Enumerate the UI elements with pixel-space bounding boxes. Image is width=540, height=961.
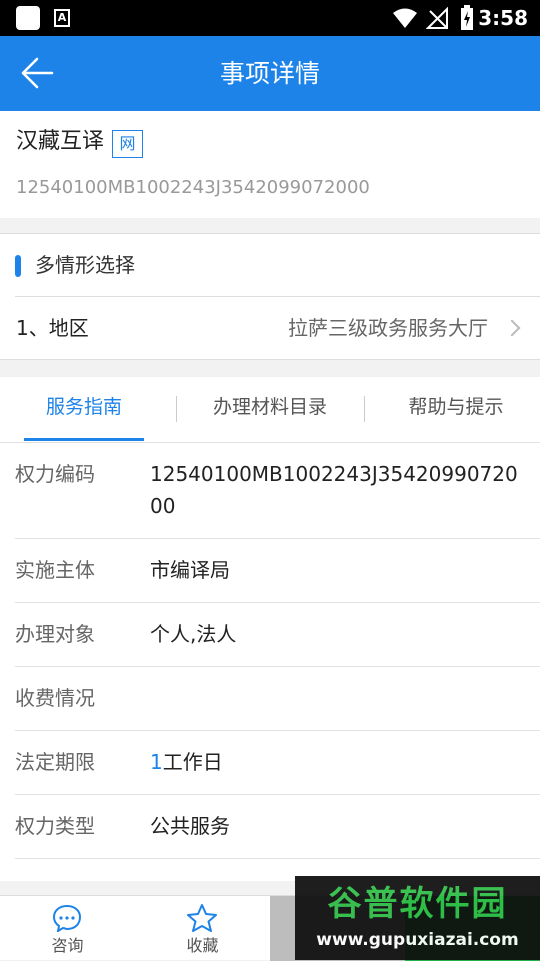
app-header: 事项详情 bbox=[0, 36, 540, 111]
tab-bar: 服务指南 办理材料目录 帮助与提示 bbox=[0, 377, 540, 443]
detail-row-deadline: 法定期限 1工作日 bbox=[15, 731, 540, 795]
consult-button[interactable]: 咨询 bbox=[0, 896, 135, 961]
region-label: 1、地区 bbox=[16, 316, 89, 340]
detail-row-power-type: 权力类型 公共服务 bbox=[15, 795, 540, 859]
notification-icon bbox=[16, 6, 40, 30]
chat-icon bbox=[52, 904, 82, 932]
detail-card: 服务指南 办理材料目录 帮助与提示 权力编码 12540100MB1002243… bbox=[0, 377, 540, 881]
consult-label: 咨询 bbox=[51, 936, 84, 955]
row-label: 权力编码 bbox=[15, 462, 95, 486]
chevron-right-icon bbox=[503, 319, 521, 337]
section-title: 多情形选择 bbox=[35, 253, 135, 277]
deadline-unit: 工作日 bbox=[162, 750, 223, 774]
detail-row-power-code: 权力编码 12540100MB1002243J3542099072000 bbox=[15, 443, 540, 539]
deadline-number: 1 bbox=[150, 750, 163, 774]
situation-card: 多情形选择 1、地区 拉萨三级政务服务大厅 bbox=[0, 233, 540, 360]
row-label: 收费情况 bbox=[15, 686, 95, 710]
online-tag: 网 bbox=[112, 130, 143, 158]
clock: 3:58 bbox=[478, 6, 528, 30]
no-signal-icon bbox=[426, 7, 448, 29]
watermark-title: 谷普软件园 bbox=[327, 884, 508, 924]
item-info-card: 汉藏互译 网 12540100MB1002243J3542099072000 bbox=[0, 111, 540, 218]
tab-divider bbox=[364, 396, 365, 422]
row-value: 公共服务 bbox=[150, 814, 230, 838]
divider bbox=[15, 296, 540, 297]
page-title: 事项详情 bbox=[219, 59, 320, 88]
row-value: 个人,法人 bbox=[150, 622, 237, 646]
active-tab-indicator bbox=[24, 438, 144, 441]
row-value: 1工作日 bbox=[150, 746, 530, 778]
tab-help[interactable]: 帮助与提示 bbox=[372, 377, 540, 441]
item-code: 12540100MB1002243J3542099072000 bbox=[16, 177, 370, 198]
row-value: 市编译局 bbox=[150, 558, 230, 582]
tab-materials[interactable]: 办理材料目录 bbox=[185, 377, 355, 441]
tab-service-guide[interactable]: 服务指南 bbox=[0, 377, 168, 441]
a-icon: A bbox=[54, 9, 70, 27]
tab-divider bbox=[176, 396, 177, 422]
region-selector[interactable]: 拉萨三级政务服务大厅 bbox=[288, 313, 488, 343]
row-value: 12540100MB1002243J3542099072000 bbox=[150, 462, 518, 518]
row-label: 法定期限 bbox=[15, 750, 95, 774]
row-label: 权力类型 bbox=[15, 814, 95, 838]
item-name: 汉藏互译 bbox=[16, 129, 105, 154]
star-icon bbox=[187, 904, 217, 932]
detail-row-subject: 实施主体 市编译局 bbox=[15, 539, 540, 603]
watermark-url: www.gupuxiazai.com bbox=[316, 930, 519, 950]
wifi-icon bbox=[393, 8, 417, 28]
row-label: 实施主体 bbox=[15, 558, 95, 582]
favorite-button[interactable]: 收藏 bbox=[135, 896, 270, 961]
battery-charging-icon bbox=[461, 5, 473, 30]
detail-row-target: 办理对象 个人,法人 bbox=[15, 603, 540, 667]
detail-row-fee: 收费情况 bbox=[15, 667, 540, 731]
section-accent-bar bbox=[15, 255, 21, 277]
back-arrow-icon[interactable] bbox=[20, 56, 54, 90]
status-bar: A 3:58 bbox=[0, 0, 540, 36]
watermark: 谷普软件园 www.gupuxiazai.com bbox=[295, 876, 540, 960]
row-label: 办理对象 bbox=[15, 622, 95, 646]
favorite-label: 收藏 bbox=[186, 936, 219, 955]
